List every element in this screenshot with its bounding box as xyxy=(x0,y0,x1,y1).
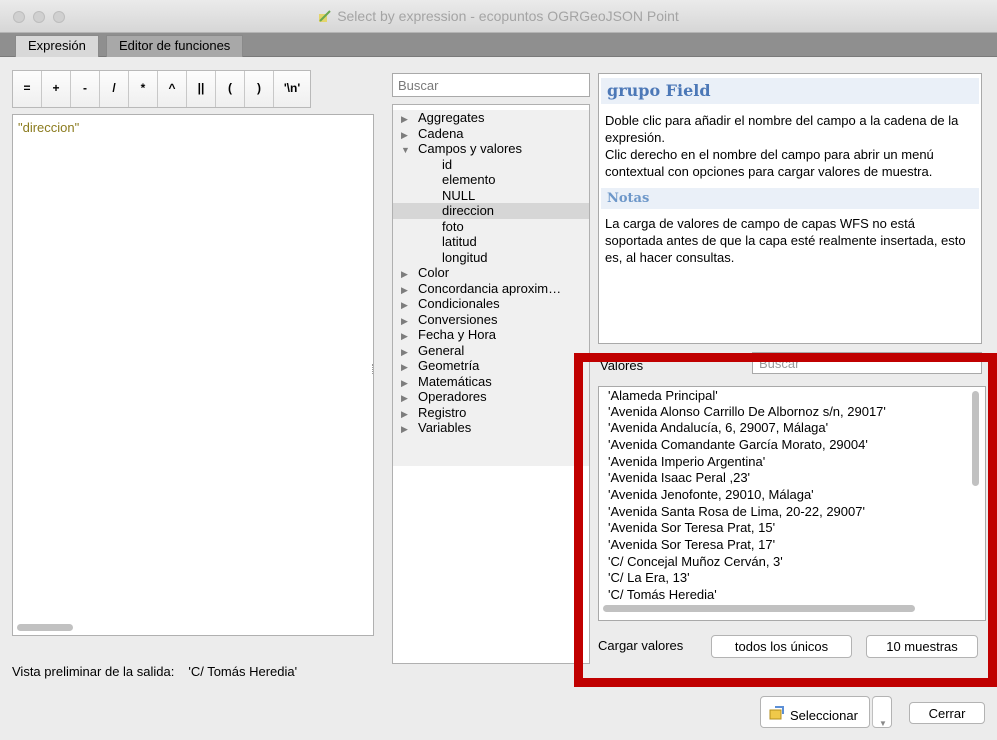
help-title: grupo Field xyxy=(601,78,979,104)
window-title: Select by expression - ecopuntos OGRGeoJ… xyxy=(337,8,679,24)
expression-text: "direccion" xyxy=(18,120,80,135)
select-options-dropdown[interactable]: ▼ xyxy=(872,696,892,728)
tree-group-conversiones[interactable]: ▶ Conversiones xyxy=(393,312,589,328)
operator-power-button[interactable]: ^ xyxy=(158,71,187,107)
editor-horizontal-scrollbar[interactable] xyxy=(17,624,73,631)
operator-open-paren-button[interactable]: ( xyxy=(216,71,245,107)
function-tree[interactable]: ▶ Aggregates ▶ Cadena ▼ Campos y valores id… xyxy=(392,104,590,664)
operator-close-paren-button[interactable]: ) xyxy=(245,71,274,107)
dropdown-arrow-icon: ▼ xyxy=(879,719,887,728)
tree-group-matematicas[interactable]: ▶ Matemáticas xyxy=(393,374,589,390)
select-button-label: Seleccionar xyxy=(790,708,858,723)
tree-group-cadena[interactable]: ▶ Cadena xyxy=(393,126,589,142)
tree-group-label: Registro xyxy=(418,404,467,420)
tree-group-label: Color xyxy=(418,265,450,280)
tree-field-null[interactable]: NULL xyxy=(393,188,589,204)
tree-field-direccion[interactable]: direccion xyxy=(393,203,589,219)
function-tree-list: ▶ Aggregates ▶ Cadena ▼ Campos y valores id… xyxy=(393,110,589,466)
tree-field-id[interactable]: id xyxy=(393,157,589,173)
tree-group-campos-y-valores[interactable]: ▼ Campos y valores xyxy=(393,141,589,157)
tree-group-variables[interactable]: ▶ Variables xyxy=(393,420,589,436)
window-title-wrap: Select by expression - ecopuntos OGRGeoJ… xyxy=(0,8,997,24)
tree-group-registro[interactable]: ▶ Registro xyxy=(393,405,589,421)
tree-field-foto[interactable]: foto xyxy=(393,219,589,235)
help-notes-title: Notas xyxy=(601,188,979,209)
operator-equals-button[interactable]: = xyxy=(13,71,42,107)
tab-strip: Expresión Editor de funciones xyxy=(0,33,997,57)
help-panel: grupo Field Doble clic para añadir el no… xyxy=(598,73,982,344)
tree-field-longitud[interactable]: longitud xyxy=(393,250,589,266)
tree-group-label: Aggregates xyxy=(418,110,485,125)
tree-group-label: Fecha y Hora xyxy=(418,327,497,342)
tree-group-color[interactable]: ▶ Color xyxy=(393,265,589,281)
operator-divide-button[interactable]: / xyxy=(100,71,129,107)
tree-field-latitud[interactable]: latitud xyxy=(393,234,589,250)
tree-group-operadores[interactable]: ▶ Operadores xyxy=(393,389,589,405)
tree-group-label: Matemáticas xyxy=(418,373,492,389)
highlight-box xyxy=(574,353,997,687)
operator-newline-button[interactable]: '\n' xyxy=(274,71,310,107)
output-preview: Vista preliminar de la salida: 'C/ Tomás … xyxy=(12,664,297,679)
operator-multiply-button[interactable]: * xyxy=(129,71,158,107)
tree-group-label: Geometría xyxy=(418,358,480,373)
tree-group-label: Campos y valores xyxy=(418,141,523,156)
operator-minus-button[interactable]: - xyxy=(71,71,100,107)
tab-expression[interactable]: Expresión xyxy=(15,35,99,57)
expand-arrow-icon[interactable]: ▶ xyxy=(401,422,418,438)
tree-group-label: General xyxy=(418,342,465,358)
operator-plus-button[interactable]: + xyxy=(42,71,71,107)
tree-group-label: Concordancia aproxim… xyxy=(418,280,562,296)
tree-group-general[interactable]: ▶ General xyxy=(393,343,589,359)
tree-group-label: Operadores xyxy=(418,389,487,404)
title-bar: Select by expression - ecopuntos OGRGeoJ… xyxy=(0,0,997,33)
tree-group-fecha-y-hora[interactable]: ▶ Fecha y Hora xyxy=(393,327,589,343)
help-paragraph-2: Clic derecho en el nombre del campo para… xyxy=(605,147,934,179)
preview-label: Vista preliminar de la salida: xyxy=(12,664,175,679)
tree-group-label: Cadena xyxy=(418,125,464,141)
tab-function-editor[interactable]: Editor de funciones xyxy=(106,35,244,57)
tree-group-aggregates[interactable]: ▶ Aggregates xyxy=(393,110,589,126)
tree-group-label: Conversiones xyxy=(418,311,498,327)
operator-concat-button[interactable]: || xyxy=(187,71,216,107)
preview-value: 'C/ Tomás Heredia' xyxy=(188,664,298,679)
tree-group-condicionales[interactable]: ▶ Condicionales xyxy=(393,296,589,312)
splitter-handle[interactable] xyxy=(372,364,375,374)
select-button[interactable]: Seleccionar xyxy=(760,696,870,728)
tree-group-label: Condicionales xyxy=(418,296,500,311)
operator-toolbar: = + - / * ^ || ( ) '\n' xyxy=(12,70,311,108)
tree-group-concordancia[interactable]: ▶ Concordancia aproxim… xyxy=(393,281,589,297)
tree-field-elemento[interactable]: elemento xyxy=(393,172,589,188)
tree-group-geometria[interactable]: ▶ Geometría xyxy=(393,358,589,374)
help-notes-text: La carga de valores de campo de capas WF… xyxy=(605,216,966,265)
select-expression-icon xyxy=(319,10,331,22)
function-search-input[interactable]: Buscar xyxy=(392,73,590,97)
select-icon xyxy=(769,706,784,720)
collapse-arrow-icon[interactable]: ▼ xyxy=(401,143,418,159)
tree-group-label: Variables xyxy=(418,420,472,435)
close-button[interactable]: Cerrar xyxy=(909,702,985,724)
help-paragraph-1: Doble clic para añadir el nombre del cam… xyxy=(605,113,959,145)
expression-editor[interactable]: "direccion" xyxy=(12,114,374,636)
